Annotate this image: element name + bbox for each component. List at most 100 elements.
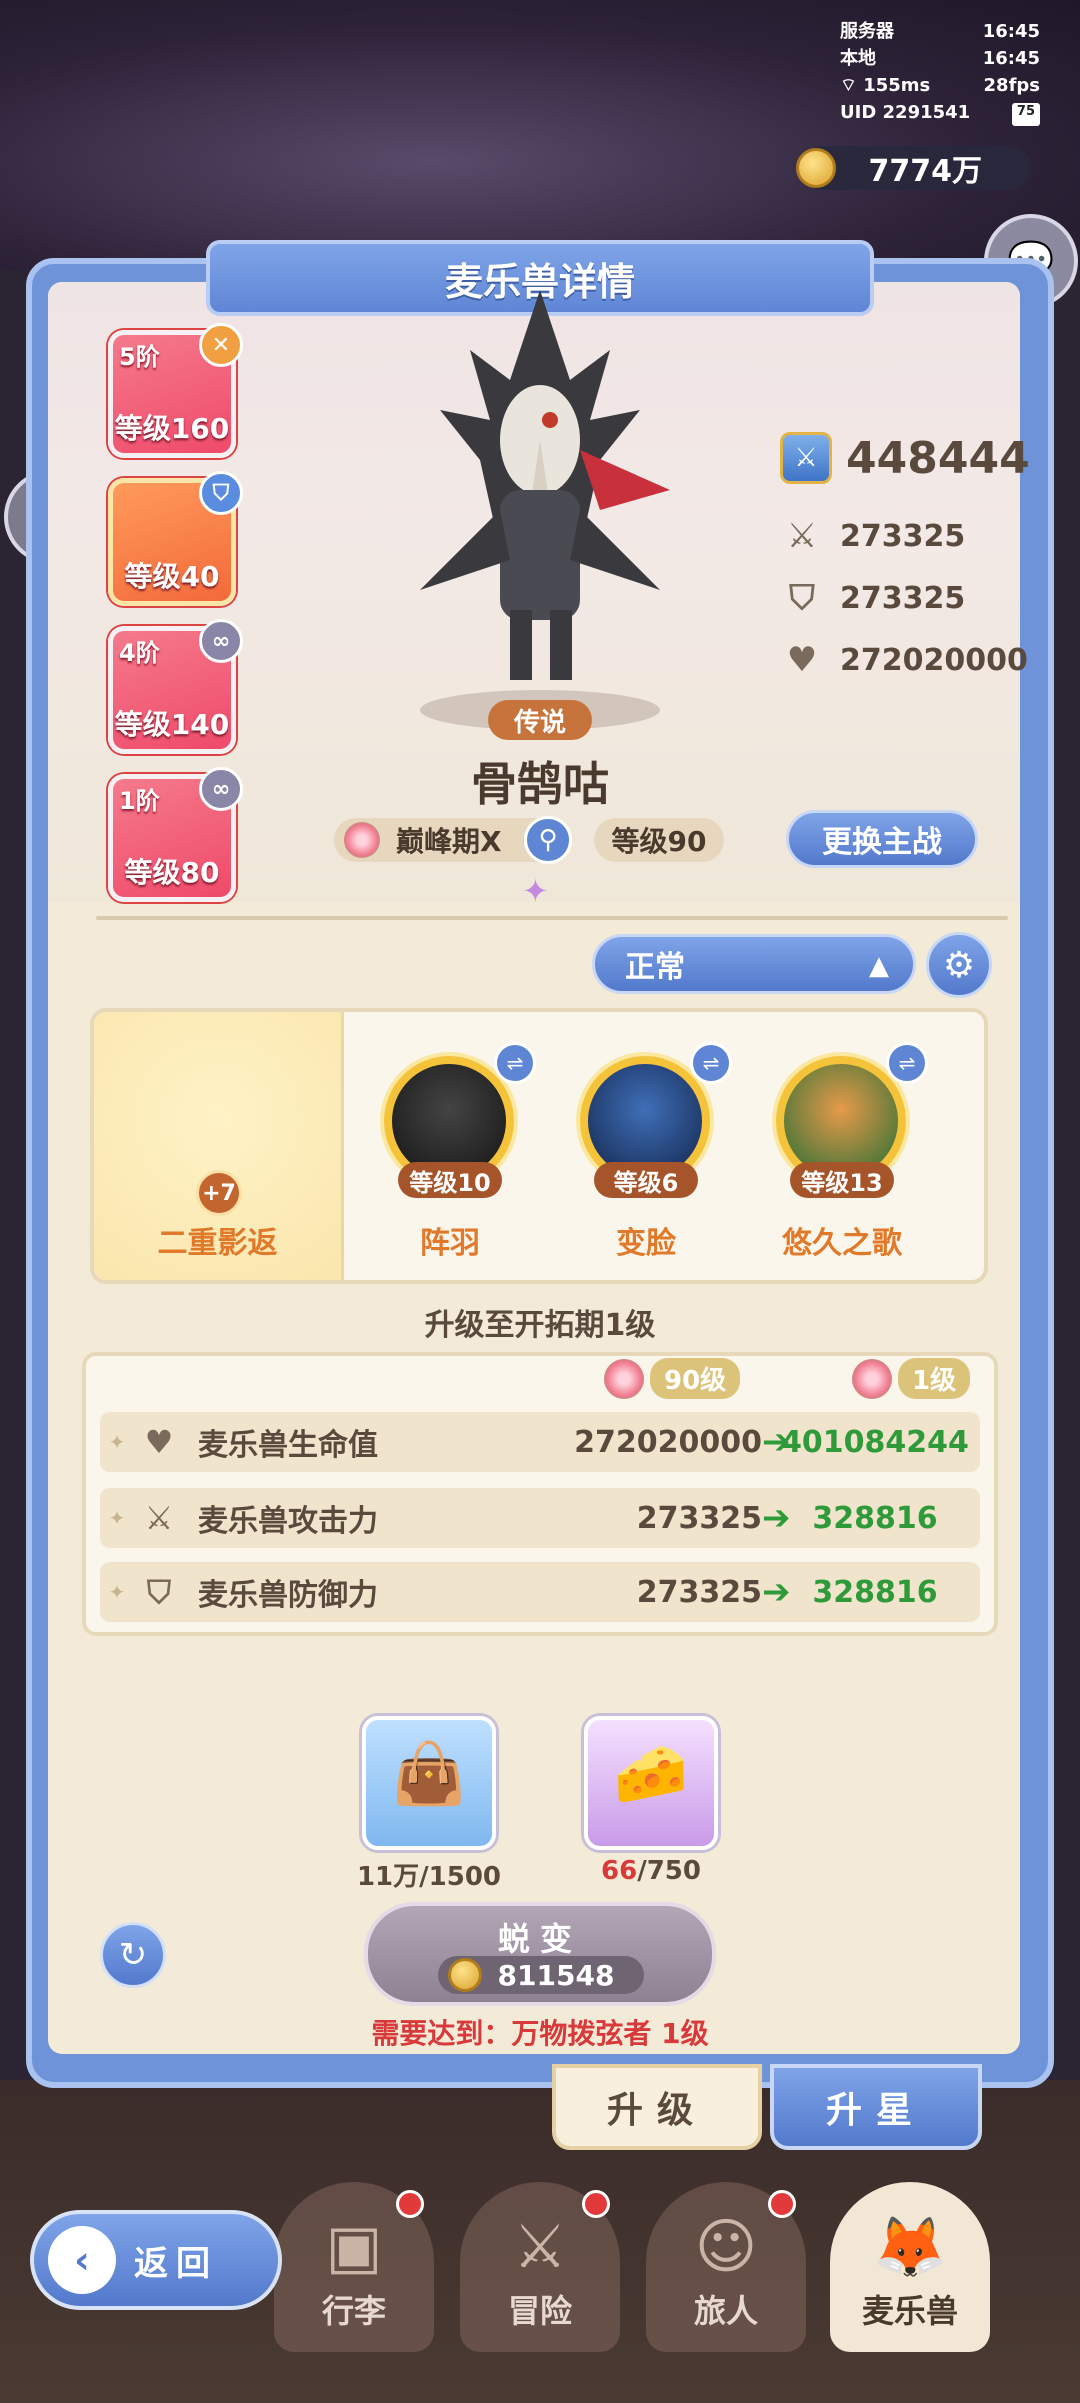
stat-name: 麦乐兽生命值 xyxy=(198,1428,378,1463)
change-main-button[interactable]: 更换主战 xyxy=(786,810,978,868)
material-food-bag[interactable]: 👜 xyxy=(362,1716,496,1850)
shield-icon: ⛉ xyxy=(789,578,815,618)
stat-to: 401084244 xyxy=(781,1424,969,1460)
stat-attack: ⚔ 273325 xyxy=(782,516,966,556)
table-row: ✦ ♥ 麦乐兽生命值 272020000 ➔ 401084244 xyxy=(100,1412,980,1472)
skill-level: 等级6 xyxy=(594,1162,698,1198)
x-icon[interactable]: ✕ xyxy=(199,323,243,367)
table-row: ✦ ⚔ 麦乐兽攻击力 273325 ➔ 328816 xyxy=(100,1488,980,1548)
mode-dropdown[interactable]: 正常 ▲ xyxy=(592,934,916,994)
swap-icon[interactable]: ⇌ xyxy=(886,1042,928,1084)
status-panel: 服务器 16:45 本地 16:45 ⌔ 155ms 28fps UID 229154… xyxy=(840,18,1040,126)
swap-icon[interactable]: ⇌ xyxy=(494,1042,536,1084)
combat-power: ⚔ 448444 xyxy=(780,432,1030,484)
skill-main-icon xyxy=(94,1012,232,1150)
evolve-requirement: 需要达到：万物拨弦者 1级 xyxy=(371,2017,709,2050)
skill-level: 等级13 xyxy=(790,1162,894,1198)
character-icon: ☺ xyxy=(694,2212,758,2282)
pet-stage: 5阶 xyxy=(119,343,160,371)
skill-name: 二重影返 xyxy=(157,1226,278,1261)
upgrade-hint: 升级至开拓期1级 xyxy=(424,1308,656,1343)
pet-model[interactable] xyxy=(400,290,680,710)
team-pet-card-1[interactable]: 5阶 等级160 ✕ xyxy=(108,323,243,458)
pet-level: 等级80 xyxy=(124,856,220,889)
nav-item-pets[interactable]: 🦊 麦乐兽 xyxy=(830,2182,990,2352)
pet-level-pill: 等级90 xyxy=(594,818,724,862)
battery-icon: 75 xyxy=(1011,103,1040,126)
nav-item-traveler[interactable]: ☺ 旅人 xyxy=(646,2182,806,2352)
coin-icon xyxy=(796,148,836,188)
tab-star-up[interactable]: 升星 xyxy=(770,2064,982,2150)
gear-icon[interactable]: ⚙ xyxy=(926,932,992,998)
material-count: 11万/1500 xyxy=(356,1862,502,1892)
shield-icon: ⛉ xyxy=(199,471,243,515)
swords-icon: ⚔ xyxy=(786,516,818,556)
refresh-icon[interactable]: ↻ xyxy=(100,1922,166,1988)
shield-icon: ⛉ xyxy=(146,1572,171,1611)
stat-from: 273325 xyxy=(636,1574,762,1610)
skill-1[interactable]: 等级10 ⇌ 阵羽 xyxy=(352,1012,548,1280)
pet-stage: 4阶 xyxy=(119,639,160,667)
skill-2[interactable]: 等级6 ⇌ 变脸 xyxy=(548,1012,744,1280)
pet-level: 等级160 xyxy=(114,412,230,445)
nav-item-luggage[interactable]: ▣ 行李 xyxy=(274,2182,434,2352)
stat-hp: ♥ 272020000 xyxy=(782,640,1028,680)
skill-name: 变脸 xyxy=(616,1226,676,1261)
pet-stage: 1阶 xyxy=(119,787,160,815)
pet-level: 等级140 xyxy=(114,708,230,741)
stat-to: 328816 xyxy=(812,1574,938,1610)
divider xyxy=(96,916,1008,920)
table-row: ✦ ⛉ 麦乐兽防御力 273325 ➔ 328816 xyxy=(100,1562,980,1622)
fox-icon: 🦊 xyxy=(872,2213,948,2283)
wifi-icon: ⌔ xyxy=(840,75,864,96)
coin-icon xyxy=(448,1958,482,1992)
zoom-in-icon[interactable]: ⚲ xyxy=(524,816,572,864)
swords-icon: ⚔ xyxy=(513,2212,567,2282)
notification-dot xyxy=(396,2190,424,2218)
skill-list: +7 二重影返 等级10 ⇌ 阵羽 等级6 ⇌ 变脸 等级13 ⇌ 悠久之歌 xyxy=(90,1008,988,1284)
uid: UID 2291541 xyxy=(840,102,971,123)
tab-upgrade[interactable]: 升级 xyxy=(552,2064,762,2150)
notification-dot xyxy=(768,2190,796,2218)
nav-item-adventure[interactable]: ⚔ 冒险 xyxy=(460,2182,620,2352)
team-pet-card-2[interactable]: 等级40 ⛉ xyxy=(108,471,243,606)
local-time: 16:45 xyxy=(982,48,1040,69)
heart-icon: ♥ xyxy=(144,1423,174,1461)
power-shield-icon: ⚔ xyxy=(780,432,832,484)
food-bag-icon: 👜 xyxy=(391,1739,467,1809)
current-level-header: 90级 xyxy=(604,1358,741,1399)
skill-name: 阵羽 xyxy=(420,1226,480,1261)
coin-balance: 7774万 xyxy=(796,146,1032,190)
chest-icon: ▣ xyxy=(325,2212,383,2282)
fps: 28fps xyxy=(983,75,1040,96)
team-pet-card-3[interactable]: 4阶 等级140 ∞ xyxy=(108,619,243,754)
server-time: 16:45 xyxy=(982,21,1040,42)
evolve-cost: 811548 xyxy=(438,1956,644,1994)
pet-name: 骨鹄咕 xyxy=(471,757,609,811)
evolve-label: 蜕变 xyxy=(497,1920,582,1958)
coin-amount: 7774万 xyxy=(868,154,983,189)
material-count: 66/750 xyxy=(601,1856,701,1886)
skill-name: 悠久之歌 xyxy=(782,1226,902,1261)
local-label: 本地 xyxy=(840,48,876,69)
stat-to: 328816 xyxy=(812,1500,938,1536)
link-icon: ∞ xyxy=(199,767,243,811)
rarity-badge: 传说 xyxy=(488,700,592,740)
stat-name: 麦乐兽攻击力 xyxy=(198,1504,378,1539)
material-cheese[interactable]: 🧀 xyxy=(584,1716,718,1850)
stat-defense: ⛉ 273325 xyxy=(782,578,965,618)
link-icon: ∞ xyxy=(199,619,243,663)
skill-main[interactable]: +7 二重影返 xyxy=(94,1012,344,1280)
back-arrow-icon: ‹ xyxy=(48,2226,116,2294)
stat-from: 272020000 xyxy=(574,1424,762,1460)
team-pet-card-4[interactable]: 1阶 等级80 ∞ xyxy=(108,767,243,902)
heart-icon: ♥ xyxy=(786,640,818,680)
back-button[interactable]: ‹ 返回 xyxy=(30,2210,282,2310)
skill-bonus: +7 xyxy=(196,1170,242,1216)
flower-icon xyxy=(852,1358,892,1399)
stat-from: 273325 xyxy=(636,1500,762,1536)
swap-icon[interactable]: ⇌ xyxy=(690,1042,732,1084)
evolve-button[interactable]: 蜕变 811548 xyxy=(364,1902,716,2006)
stat-name: 麦乐兽防御力 xyxy=(198,1578,378,1613)
skill-3[interactable]: 等级13 ⇌ 悠久之歌 xyxy=(744,1012,940,1280)
